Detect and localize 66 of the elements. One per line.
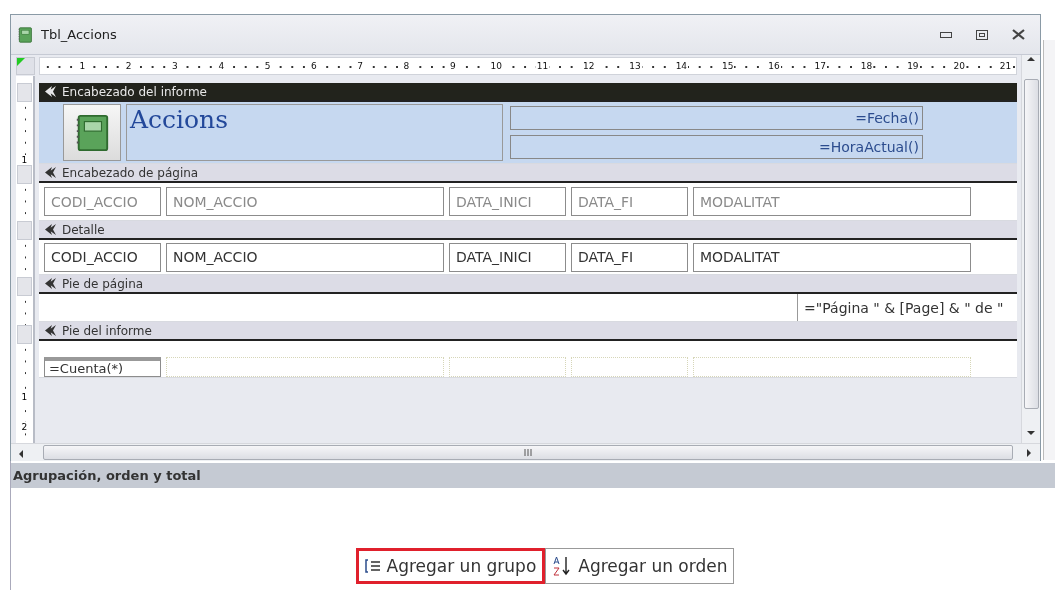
- section-header[interactable]: Pie del informe: [38, 322, 1018, 341]
- right-arrow-icon[interactable]: [1025, 448, 1033, 457]
- ruler-number: 17: [813, 60, 827, 71]
- ruler-number: 4: [217, 60, 226, 71]
- column-label: DATA_FI: [570, 187, 688, 216]
- collapse-icon[interactable]: [44, 167, 57, 178]
- collapse-icon[interactable]: [44, 325, 57, 336]
- column-label: NOM_ACCIO: [165, 187, 444, 216]
- ruler-number: 14: [674, 60, 689, 71]
- section-header[interactable]: Pie de página: [38, 275, 1018, 294]
- scrollbar-thumb[interactable]: [43, 445, 1013, 460]
- date-expression: =Fecha(): [509, 106, 923, 130]
- ruler-number: 13: [628, 60, 642, 71]
- report-icon: [17, 26, 33, 43]
- down-arrow-icon[interactable]: [1027, 429, 1036, 437]
- field-control: DATA_INICI: [448, 242, 566, 272]
- ruler-number: 7: [356, 60, 364, 71]
- ruler-number: 3: [171, 60, 179, 71]
- collapse-icon[interactable]: [44, 278, 57, 289]
- ruler-number: 15: [720, 60, 735, 71]
- ruler-number: 5: [263, 60, 272, 71]
- group-icon: [364, 559, 381, 573]
- section-title: Encabezado de página: [61, 165, 199, 180]
- window-title: Tbl_Accions: [41, 27, 118, 42]
- field-control: NOM_ACCIO: [165, 242, 444, 272]
- ruler-number: 1: [21, 392, 28, 402]
- ruler-number: 10: [489, 60, 503, 71]
- ruler-number: 2: [21, 422, 28, 432]
- ruler-number: 9: [448, 60, 457, 71]
- scrollbar-thumb[interactable]: [1023, 79, 1039, 409]
- pane-title: Agrupación, orden y total: [11, 463, 1055, 488]
- ruler-number: 8: [402, 60, 411, 71]
- up-arrow-icon[interactable]: [1027, 55, 1036, 63]
- column-label: DATA_INICI: [448, 187, 566, 216]
- left-arrow-icon[interactable]: [17, 450, 25, 458]
- column-label: CODI_ACCIO: [43, 187, 161, 216]
- section-title: Detalle: [61, 222, 105, 237]
- add-sort-button[interactable]: Agregar un orden: [545, 548, 735, 584]
- ruler-number: 19: [906, 60, 920, 71]
- section-title: Pie de página: [61, 276, 144, 291]
- add-group-button[interactable]: Agregar un grupo: [355, 548, 546, 584]
- section-header[interactable]: Detalle: [38, 221, 1018, 240]
- ruler-number: 20: [952, 60, 966, 71]
- collapse-icon[interactable]: [44, 224, 57, 235]
- section-header[interactable]: Encabezado de página: [38, 164, 1018, 183]
- report-title: Accions: [125, 104, 503, 161]
- ruler-number: 11: [535, 60, 550, 71]
- field-control: MODALITAT: [692, 242, 971, 272]
- field-control: DATA_FI: [570, 242, 688, 272]
- ruler-number: 1: [21, 155, 28, 165]
- column-label: MODALITAT: [692, 187, 971, 216]
- ruler-number: 12: [582, 60, 596, 71]
- collapse-icon[interactable]: [44, 86, 57, 97]
- side-scrollbar[interactable]: [1043, 40, 1055, 460]
- ruler-number: 6: [310, 60, 318, 71]
- section-title: Encabezado del informe: [61, 84, 207, 99]
- ruler-number: 16: [767, 60, 781, 71]
- ruler-number: 1: [78, 60, 87, 71]
- count-expression: =Cuenta(*): [43, 357, 161, 377]
- ruler-number: 21: [998, 60, 1013, 71]
- ruler-number: 2: [124, 60, 133, 71]
- date-expression: =HoraActual(): [509, 135, 923, 159]
- section-title: Pie del informe: [61, 323, 152, 338]
- section-header[interactable]: Encabezado del informe: [38, 83, 1018, 102]
- ruler-number: 18: [859, 60, 874, 71]
- field-control: CODI_ACCIO: [43, 242, 161, 272]
